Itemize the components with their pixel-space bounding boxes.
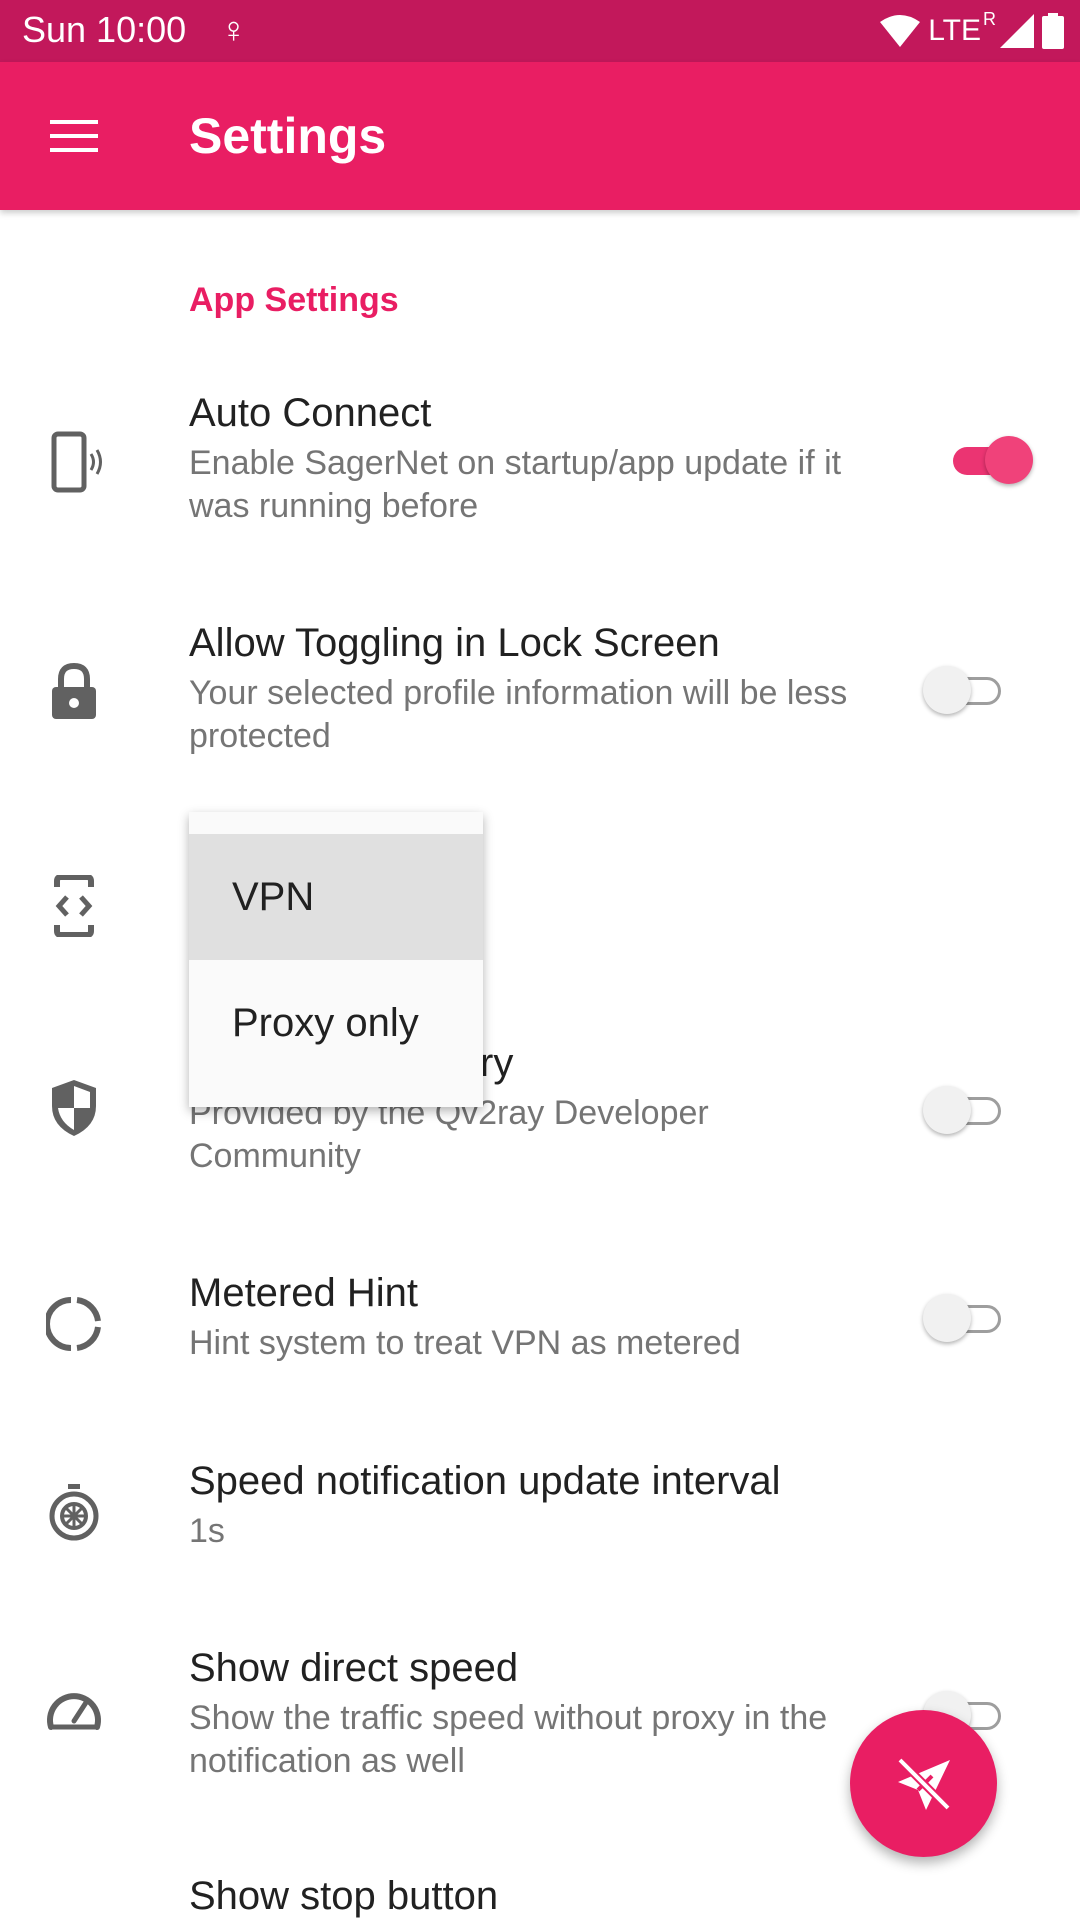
hamburger-menu-icon[interactable] [38,106,110,166]
metered-hint-switch[interactable] [923,1290,1013,1346]
timer-icon [40,1478,108,1546]
lock-icon [40,658,108,726]
status-bar: Sun 10:00 ♀ LTE R [0,0,1080,62]
pref-service-mode[interactable] [0,840,1080,960]
network-type: LTE [928,14,981,47]
pref-title-partial: ry [480,1041,514,1085]
app-bar: Settings [0,62,1080,210]
pref-summary: Hint system to treat VPN as metered [189,1324,741,1362]
female-sign-icon: ♀ [220,9,247,50]
lock-screen-switch[interactable] [923,662,1013,718]
pref-title: Speed notification update interval [189,1459,781,1503]
data-usage-icon [40,1290,108,1358]
pref-speed-interval[interactable]: Speed notification update interval 1s [0,1448,1080,1578]
settings-screen: Sun 10:00 ♀ LTE R Settings App Settings … [0,0,1080,1920]
auto-connect-switch[interactable] [945,432,1035,488]
paper-plane-off-icon [896,1756,951,1811]
pref-summary: Enable SagerNet on startup/app update if… [189,444,842,525]
pref-metered-hint[interactable]: Metered Hint Hint system to treat VPN as… [0,1260,1080,1390]
pref-summary: Your selected profile information will b… [189,674,848,755]
wifi-icon [880,15,921,47]
menu-item-vpn[interactable]: VPN [189,834,483,960]
pref-title: Show direct speed [189,1646,519,1690]
connect-fab[interactable] [850,1710,997,1857]
pref-title: Auto Connect [189,391,432,435]
signal-icon [1000,14,1034,48]
service-mode-popup-menu: VPN Proxy only [189,812,483,1107]
phone-vibrate-icon [40,428,108,496]
pref-title: Metered Hint [189,1271,418,1315]
switch-thumb [985,436,1033,484]
roaming-indicator: R [983,9,996,29]
pref-summary: Show the traffic speed without proxy in … [189,1699,828,1780]
pref-title: Allow Toggling in Lock Screen [189,621,720,665]
speedometer-icon [40,1673,108,1741]
route-switch[interactable] [923,1082,1013,1138]
switch-thumb [923,1294,971,1342]
status-time: Sun 10:00 [22,9,187,50]
pref-summary: 1s [189,1512,225,1550]
status-icons: LTE R [880,10,1064,52]
pref-auto-connect[interactable]: Auto Connect Enable SagerNet on startup/… [0,380,1080,560]
code-frame-icon [40,872,108,940]
battery-icon [1042,13,1064,49]
switch-thumb [923,666,971,714]
pref-lock-screen-toggle[interactable]: Allow Toggling in Lock Screen Your selec… [0,610,1080,790]
switch-thumb [923,1086,971,1134]
pref-qv2ray-route[interactable]: ry Provided by the Qv2ray Developer Comm… [0,1030,1080,1210]
shield-icon [40,1074,108,1142]
menu-item-proxy-only[interactable]: Proxy only [189,960,483,1086]
page-title: Settings [189,108,387,164]
pref-title: Show stop button [189,1874,499,1918]
section-header-app-settings: App Settings [189,281,399,319]
pref-show-stop-button[interactable]: Show stop button [0,1865,1080,1920]
